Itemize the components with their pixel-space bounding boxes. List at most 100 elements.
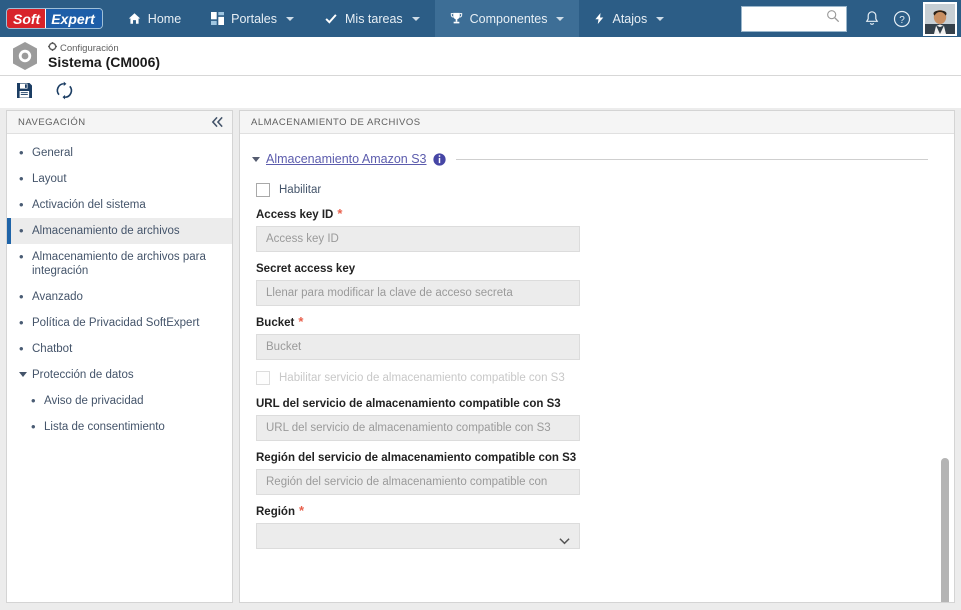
field-bucket: Bucket * — [256, 314, 938, 360]
sidebar-item-general[interactable]: • General — [7, 140, 232, 166]
bullet-icon: • — [19, 289, 24, 304]
sidebar-item-label: Activación del sistema — [32, 199, 146, 211]
logo-expert-text: Expert — [46, 9, 102, 28]
sidebar-item-label: Almacenamiento de archivos — [32, 225, 180, 237]
chevron-down-icon — [286, 16, 294, 21]
required-asterisk: * — [298, 503, 305, 518]
refresh-button[interactable] — [52, 81, 76, 104]
required-asterisk: * — [298, 314, 304, 329]
sidebar-item-proteccion-de-datos[interactable]: Protección de datos — [7, 362, 232, 388]
sidebar-item-label: Layout — [32, 173, 67, 185]
chevron-down-icon — [656, 16, 665, 21]
s3-compatible-checkbox[interactable] — [256, 371, 270, 385]
user-avatar[interactable] — [923, 1, 957, 36]
search-icon[interactable] — [826, 9, 840, 28]
sidebar-item-politica-de-privacidad-softexpert[interactable]: • Política de Privacidad SoftExpert — [7, 310, 232, 336]
softexpert-logo[interactable]: Soft Expert — [0, 0, 113, 37]
region-select[interactable] — [256, 523, 580, 549]
page-title: Sistema (CM006) — [48, 54, 161, 70]
sidebar-item-label: Almacenamiento de archivos para integrac… — [32, 251, 206, 277]
logo-badge: Soft Expert — [6, 8, 103, 29]
field-region: Región * — [256, 503, 938, 549]
page-title-bar: Configuración Sistema (CM006) — [0, 37, 961, 76]
section-header-amazon-s3: Almacenamiento Amazon S3 — [248, 152, 938, 166]
nav-item-home-label: Home — [147, 11, 182, 26]
content-scrollbar-track[interactable] — [941, 158, 952, 602]
global-search[interactable] — [741, 5, 847, 32]
save-floppy-icon — [16, 82, 33, 104]
sidebar-item-layout[interactable]: • Layout — [7, 166, 232, 192]
check-icon — [324, 12, 338, 25]
field-label: Región del servicio de almacenamiento co… — [256, 452, 938, 464]
logo-soft-text: Soft — [7, 9, 47, 28]
page-title-texts: Configuración Sistema (CM006) — [48, 42, 160, 70]
sidebar-item-almacenamiento-de-archivos-para-integracion[interactable]: • Almacenamiento de archivos para integr… — [7, 244, 232, 284]
nav-item-atajos[interactable]: Atajos — [579, 0, 679, 37]
bucket-input[interactable] — [256, 334, 580, 360]
nav-item-componentes[interactable]: Componentes — [434, 0, 580, 37]
field-label: Bucket * — [256, 314, 938, 329]
access-key-id-input[interactable] — [256, 226, 580, 252]
secret-access-key-input[interactable] — [256, 280, 580, 306]
nav-item-atajos-label: Atajos — [612, 11, 648, 26]
sidebar-item-chatbot[interactable]: • Chatbot — [7, 336, 232, 362]
form-area: Habilitar Access key ID * Secret access … — [248, 183, 938, 549]
sidebar-item-label: General — [32, 147, 73, 159]
field-label: URL del servicio de almacenamiento compa… — [256, 398, 938, 410]
sidebar-header-label: NAVEGACIÓN — [18, 116, 86, 128]
caret-down-icon[interactable] — [252, 156, 260, 162]
save-button[interactable] — [12, 82, 36, 104]
s3-compatible-checkbox-label: Habilitar servicio de almacenamiento com… — [279, 372, 565, 384]
nav-item-portales[interactable]: Portales — [196, 0, 309, 37]
enable-checkbox-row: Habilitar — [256, 183, 938, 197]
breadcrumb: Configuración — [48, 42, 160, 54]
nav-item-mis-tareas[interactable]: Mis tareas — [309, 0, 435, 37]
bell-icon[interactable] — [857, 4, 887, 34]
section-divider — [455, 158, 928, 160]
sidebar-item-label: Aviso de privacidad — [44, 395, 144, 407]
page-body: NAVEGACIÓN • General • Layout • Activaci… — [0, 108, 961, 610]
field-secret-access-key: Secret access key — [256, 263, 938, 306]
region-select-wrapper — [256, 523, 580, 549]
double-chevron-left-icon[interactable] — [211, 116, 224, 128]
enable-checkbox-label: Habilitar — [279, 184, 322, 196]
help-icon[interactable]: ? — [887, 4, 917, 34]
content-scrollbar-thumb[interactable] — [941, 458, 949, 602]
field-label-text: URL del servicio de almacenamiento compa… — [256, 398, 561, 410]
s3-compatible-url-input[interactable] — [256, 415, 580, 441]
bullet-icon: • — [19, 145, 24, 160]
field-label: Secret access key — [256, 263, 938, 275]
gear-small-icon — [48, 42, 57, 54]
breadcrumb-label: Configuración — [60, 42, 119, 54]
field-label-text: Access key ID — [256, 209, 334, 221]
nav-item-home[interactable]: Home — [113, 0, 196, 37]
chevron-down-icon — [411, 16, 420, 21]
nav-item-mis-tareas-label: Mis tareas — [345, 11, 403, 26]
sidebar-item-aviso-de-privacidad[interactable]: • Aviso de privacidad — [7, 388, 232, 414]
home-icon — [128, 12, 141, 25]
content-panel-header: ALMACENAMIENTO DE ARCHIVOS — [240, 111, 954, 134]
nav-item-portales-label: Portales — [231, 11, 277, 26]
section-title-link[interactable]: Almacenamiento Amazon S3 — [266, 152, 427, 166]
nav-item-componentes-label: Componentes — [469, 11, 548, 26]
sidebar-items: • General • Layout • Activación del sist… — [7, 134, 232, 440]
field-label-text: Región — [256, 506, 295, 518]
sidebar-item-avanzado[interactable]: • Avanzado — [7, 284, 232, 310]
trophy-icon — [450, 12, 463, 25]
bullet-icon: • — [31, 419, 36, 434]
search-input[interactable] — [742, 11, 826, 26]
sidebar-item-label: Avanzado — [32, 291, 83, 303]
sidebar-item-almacenamiento-de-archivos[interactable]: • Almacenamiento de archivos — [7, 218, 232, 244]
enable-checkbox[interactable] — [256, 183, 270, 197]
field-label: Access key ID * — [256, 207, 938, 221]
caret-down-icon[interactable] — [19, 368, 32, 377]
sidebar-item-activacion-del-sistema[interactable]: • Activación del sistema — [7, 192, 232, 218]
navigation-sidebar: NAVEGACIÓN • General • Layout • Activaci… — [6, 110, 233, 603]
s3-compatible-region-input[interactable] — [256, 469, 580, 495]
action-toolbar — [0, 77, 961, 108]
sidebar-item-lista-de-consentimiento[interactable]: • Lista de consentimiento — [7, 414, 232, 440]
info-circle-icon[interactable] — [432, 152, 446, 166]
field-s3-compatible-url: URL del servicio de almacenamiento compa… — [256, 398, 938, 441]
bullet-icon: • — [19, 315, 24, 330]
